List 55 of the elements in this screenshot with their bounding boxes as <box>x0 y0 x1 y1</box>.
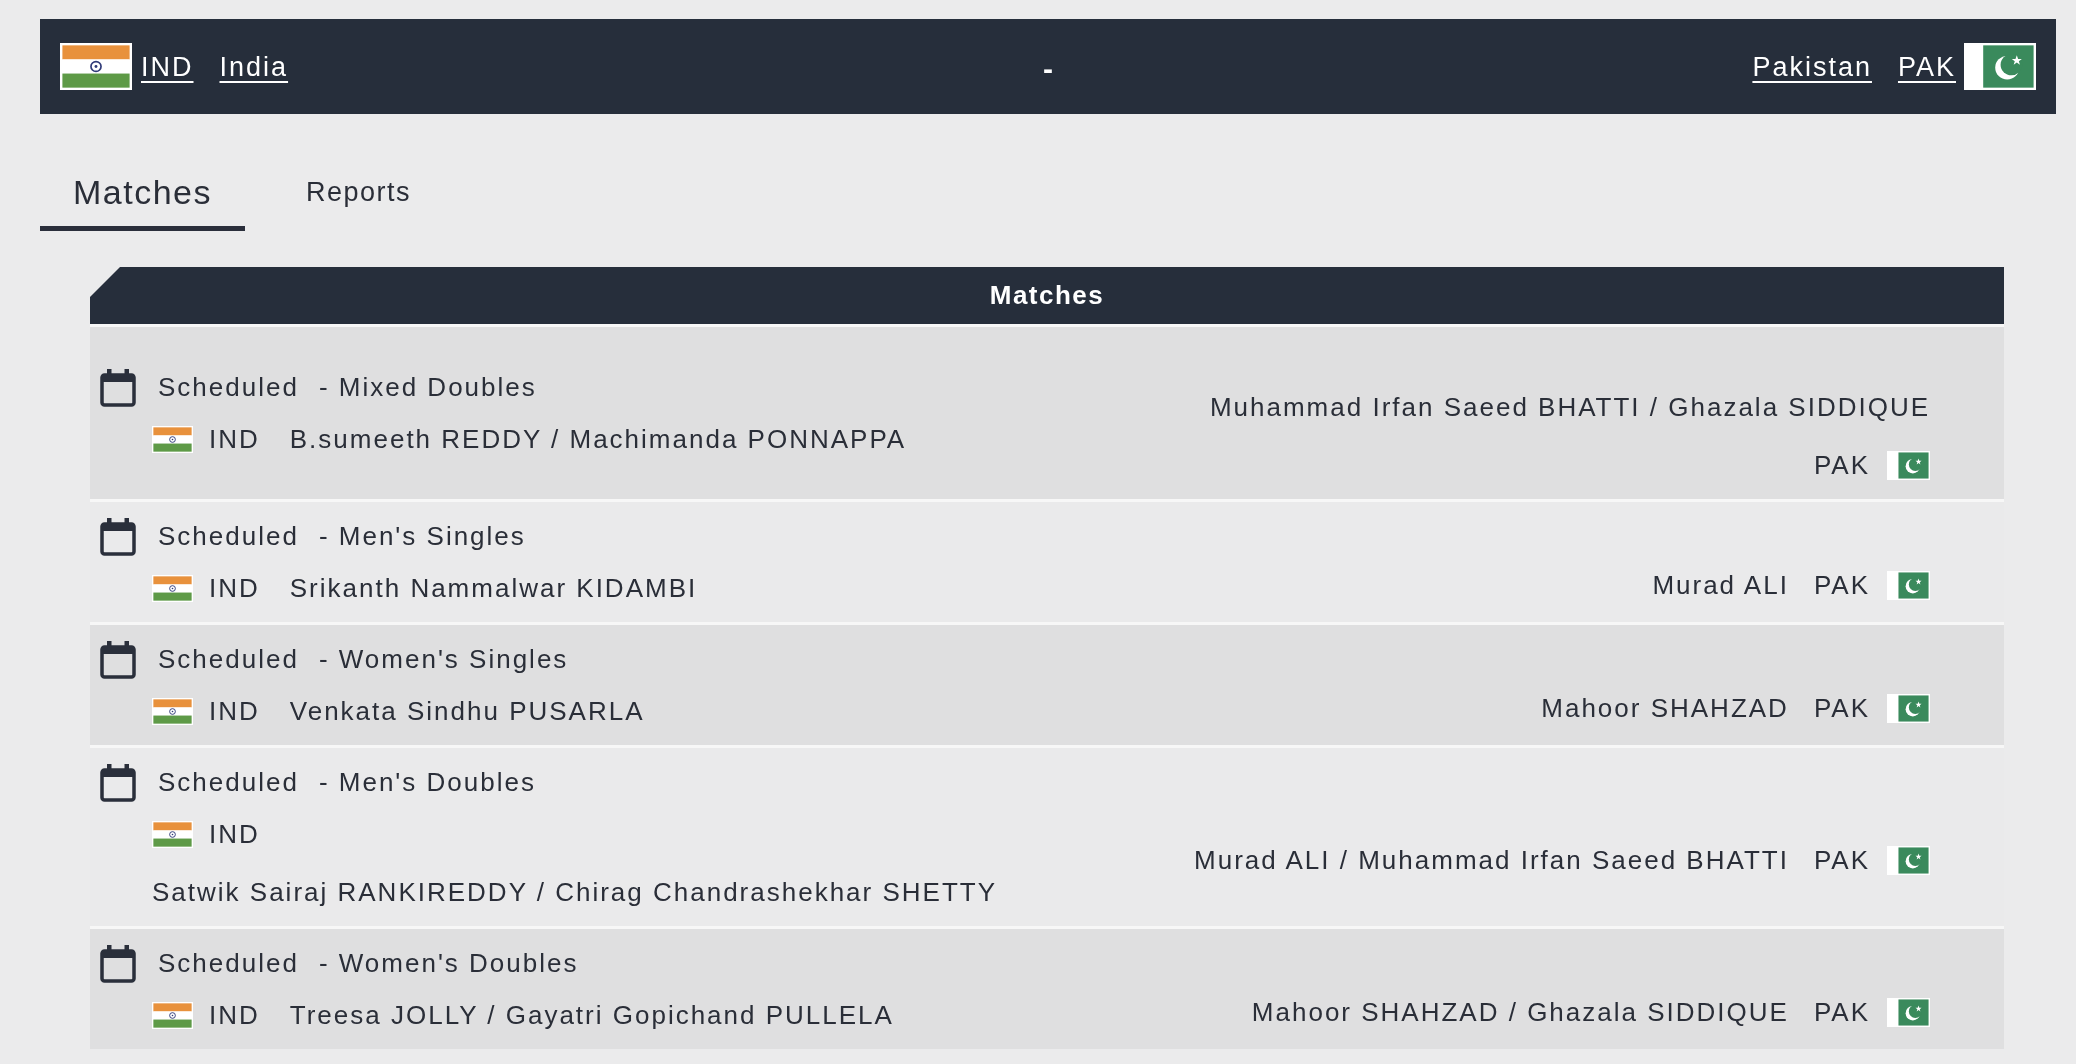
calendar-icon <box>100 762 136 802</box>
match-event: - Men's Singles <box>318 520 526 553</box>
team-code: IND <box>209 999 260 1032</box>
match-event: - Men's Doubles <box>318 766 536 799</box>
tab[interactable]: Reports <box>273 156 445 231</box>
team-code: PAK <box>1813 449 1870 482</box>
player-names: Murad ALI <box>1652 569 1789 602</box>
match-status: Scheduled <box>158 643 299 676</box>
india-flag-icon <box>152 697 193 725</box>
team-code: IND <box>209 423 260 456</box>
india-flag-icon <box>152 1001 193 1029</box>
player-names: Muhammad Irfan Saeed BHATTI / Ghazala SIDDIQUE <box>1209 391 1930 424</box>
player-names: Venkata Sindhu PUSARLA <box>289 695 645 728</box>
player-names: Mahoor SHAHZAD <box>1541 692 1789 725</box>
india-flag-icon <box>60 43 132 90</box>
score-separator: - <box>1043 50 1053 86</box>
calendar-icon <box>100 943 136 983</box>
player-names: Treesa JOLLY / Gayatri Gopichand PULLELA <box>289 999 894 1032</box>
pakistan-flag-icon <box>1887 450 1930 480</box>
team-code-link[interactable]: IND <box>141 49 194 84</box>
pakistan-flag-icon <box>1887 997 1930 1027</box>
india-flag-icon <box>152 425 193 453</box>
pakistan-flag-icon <box>1964 43 2036 90</box>
match-event: - Women's Doubles <box>318 947 579 980</box>
team-code: IND <box>209 695 260 728</box>
team-code-link[interactable]: PAK <box>1897 49 1956 84</box>
match-status: Scheduled <box>158 947 299 980</box>
team-code: PAK <box>1813 692 1870 725</box>
player-names: Satwik Sairaj RANKIREDDY / Chirag Chandrashekhar SHETTY <box>152 876 997 909</box>
match-event: - Mixed Doubles <box>318 371 537 404</box>
player-names: B.sumeeth REDDY / Machimanda PONNAPPA <box>289 423 907 456</box>
tab[interactable]: Matches <box>40 156 245 231</box>
team-code: PAK <box>1813 844 1870 877</box>
calendar-icon <box>100 516 136 556</box>
calendar-icon <box>100 639 136 679</box>
player-names: Mahoor SHAHZAD / Ghazala SIDDIQUE <box>1251 996 1789 1029</box>
match-status: Scheduled <box>158 766 299 799</box>
india-flag-icon <box>152 820 193 848</box>
team-name-link[interactable]: India <box>219 49 289 84</box>
match-event: - Women's Singles <box>318 643 569 676</box>
player-names: Murad ALI / Muhammad Irfan Saeed BHATTI <box>1194 844 1789 877</box>
calendar-icon <box>100 367 136 407</box>
team-code: IND <box>209 818 260 851</box>
match-status: Scheduled <box>158 520 299 553</box>
panel-header: Matches <box>90 267 2004 324</box>
team-code: IND <box>209 572 260 605</box>
india-flag-icon <box>152 574 193 602</box>
pakistan-flag-icon <box>1887 693 1930 723</box>
pakistan-flag-icon <box>1887 845 1930 875</box>
pakistan-flag-icon <box>1887 570 1930 600</box>
player-names: Srikanth Nammalwar KIDAMBI <box>289 572 698 605</box>
team-code: PAK <box>1813 996 1870 1029</box>
team-name-link[interactable]: Pakistan <box>1752 49 1872 84</box>
match-status: Scheduled <box>158 371 299 404</box>
team-code: PAK <box>1813 569 1870 602</box>
